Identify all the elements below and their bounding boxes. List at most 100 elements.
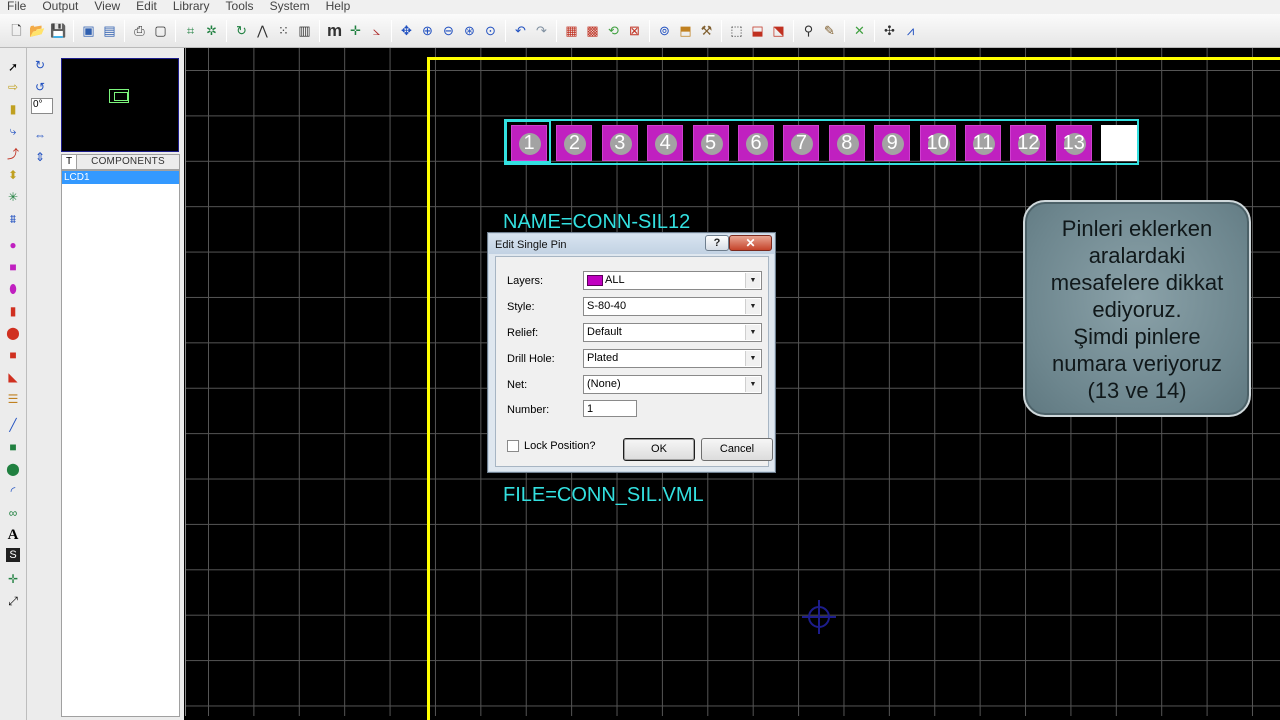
save-icon[interactable]: 💾: [48, 20, 69, 42]
zoom-out-icon[interactable]: ⊖: [438, 20, 459, 42]
block-delete-icon[interactable]: ⊠: [624, 20, 645, 42]
text-icon[interactable]: A: [4, 526, 22, 544]
refresh-icon[interactable]: ↻: [231, 20, 252, 42]
square-pad-icon[interactable]: ■: [4, 258, 22, 276]
menu-tools[interactable]: Tools: [219, 0, 263, 12]
block-move-icon[interactable]: ▩: [582, 20, 603, 42]
mirror-horizontal-icon[interactable]: ⇔: [31, 126, 49, 144]
menu-view[interactable]: View: [87, 0, 129, 12]
zoom-area-icon[interactable]: ⊙: [480, 20, 501, 42]
components-tab-button[interactable]: T: [62, 155, 77, 169]
polar-icon[interactable]: ⦣: [366, 20, 387, 42]
menu-edit[interactable]: Edit: [129, 0, 166, 12]
new-pin-pad[interactable]: [1101, 125, 1138, 161]
dimension-icon[interactable]: ⤢: [4, 592, 22, 610]
chevron-down-icon[interactable]: ▼: [745, 351, 760, 366]
chevron-down-icon[interactable]: ▼: [745, 325, 760, 340]
snap-icon[interactable]: ✲: [201, 20, 222, 42]
redo-icon[interactable]: ↷: [531, 20, 552, 42]
list-item[interactable]: LCD1: [62, 171, 179, 184]
pan-icon[interactable]: ✥: [396, 20, 417, 42]
overview-window[interactable]: [61, 58, 179, 152]
lock-position-checkbox[interactable]: [507, 440, 519, 452]
decompose-icon[interactable]: ⚒: [696, 20, 717, 42]
pin-pad[interactable]: 4: [647, 125, 684, 161]
component-mode-icon[interactable]: ⇨: [4, 78, 22, 96]
connectivity-icon[interactable]: ⩩: [4, 210, 22, 228]
chevron-down-icon[interactable]: ▼: [745, 273, 760, 288]
block-rotate-icon[interactable]: ⟲: [603, 20, 624, 42]
grid-dots-icon[interactable]: ⁙: [273, 20, 294, 42]
menu-file[interactable]: File: [0, 0, 35, 12]
net-select[interactable]: (None) ▼: [583, 375, 762, 394]
pin-pad[interactable]: 12: [1010, 125, 1047, 161]
layers-select[interactable]: ALL ▼: [583, 271, 762, 290]
pin-pad[interactable]: 9: [874, 125, 911, 161]
power-planes-icon[interactable]: ⩘: [900, 20, 921, 42]
ratsnest-icon[interactable]: ✣: [879, 20, 900, 42]
selection-mode-icon[interactable]: ➚: [4, 58, 22, 76]
zone-mode-icon[interactable]: ⬍: [4, 166, 22, 184]
pin-pad[interactable]: 8: [828, 125, 865, 161]
padstack-icon[interactable]: ☰: [4, 390, 22, 408]
edge-pad-icon[interactable]: ▮: [4, 302, 22, 320]
package-mode-icon[interactable]: ▮: [4, 100, 22, 118]
path-icon[interactable]: ∞: [4, 504, 22, 522]
metric-icon[interactable]: m: [324, 20, 345, 42]
autoplace-icon[interactable]: ⬔: [768, 20, 789, 42]
make-package-icon[interactable]: ⬒: [675, 20, 696, 42]
pin-pad[interactable]: 2: [556, 125, 593, 161]
pin-pad[interactable]: 11: [965, 125, 1001, 161]
zoom-all-icon[interactable]: ⊛: [459, 20, 480, 42]
pin-pad[interactable]: 13: [1055, 125, 1092, 161]
via-mode-icon[interactable]: ⤴: [4, 144, 22, 162]
circle-icon[interactable]: ⬤: [4, 460, 22, 478]
connector-footprint[interactable]: 1 2 3 4 5 6 7 8 9 10 11 12 13: [504, 119, 1139, 165]
close-button[interactable]: ✕: [729, 235, 772, 251]
arc-icon[interactable]: ◜: [4, 482, 22, 500]
rotate-anticlockwise-icon[interactable]: ↺: [31, 78, 49, 96]
menu-help[interactable]: Help: [319, 0, 360, 12]
pin-pad[interactable]: 10: [919, 125, 956, 161]
export-icon[interactable]: ▤: [99, 20, 120, 42]
undo-icon[interactable]: ↶: [510, 20, 531, 42]
pick-icon[interactable]: ⊚: [654, 20, 675, 42]
rotation-angle-field[interactable]: 0°: [31, 98, 53, 114]
grid-icon[interactable]: ⌗: [180, 20, 201, 42]
pin-pad[interactable]: 3: [601, 125, 638, 161]
print-area-icon[interactable]: ▢: [150, 20, 171, 42]
number-field[interactable]: [583, 400, 637, 417]
round-pad-icon[interactable]: ●: [4, 236, 22, 254]
box-icon[interactable]: ■: [4, 438, 22, 456]
block-copy-icon[interactable]: ▦: [561, 20, 582, 42]
search-icon[interactable]: ⚲: [798, 20, 819, 42]
circle-smt-pad-icon[interactable]: ⬤: [4, 324, 22, 342]
pin-pad[interactable]: 1: [511, 125, 547, 161]
ok-button[interactable]: OK: [623, 438, 695, 461]
route-icon[interactable]: ⬓: [747, 20, 768, 42]
track-mode-icon[interactable]: ⤷: [4, 122, 22, 140]
style-select[interactable]: S-80-40 ▼: [583, 297, 762, 316]
pin-pad[interactable]: 5: [692, 125, 729, 161]
autorouter-icon[interactable]: ✕: [849, 20, 870, 42]
open-icon[interactable]: 📂: [27, 20, 48, 42]
marker-icon[interactable]: ✛: [4, 570, 22, 588]
drill-hole-select[interactable]: Plated ▼: [583, 349, 762, 368]
polygon-pad-icon[interactable]: ◣: [4, 368, 22, 386]
rotate-clockwise-icon[interactable]: ↻: [31, 56, 49, 74]
import-icon[interactable]: ▣: [78, 20, 99, 42]
menu-system[interactable]: System: [263, 0, 319, 12]
new-icon[interactable]: 🗋: [6, 20, 27, 42]
design-rules-icon[interactable]: ⬚: [726, 20, 747, 42]
mirror-vertical-icon[interactable]: ⇕: [31, 148, 49, 166]
rect-smt-pad-icon[interactable]: ■: [4, 346, 22, 364]
symbol-icon[interactable]: S: [6, 548, 20, 562]
zoom-in-icon[interactable]: ⊕: [417, 20, 438, 42]
components-list[interactable]: LCD1: [61, 170, 180, 717]
chevron-down-icon[interactable]: ▼: [745, 377, 760, 392]
help-button[interactable]: ?: [705, 235, 729, 251]
menu-output[interactable]: Output: [35, 0, 87, 12]
tag-icon[interactable]: ✎: [819, 20, 840, 42]
pin-pad[interactable]: 6: [738, 125, 774, 161]
falseorigin-icon[interactable]: ▥: [294, 20, 315, 42]
